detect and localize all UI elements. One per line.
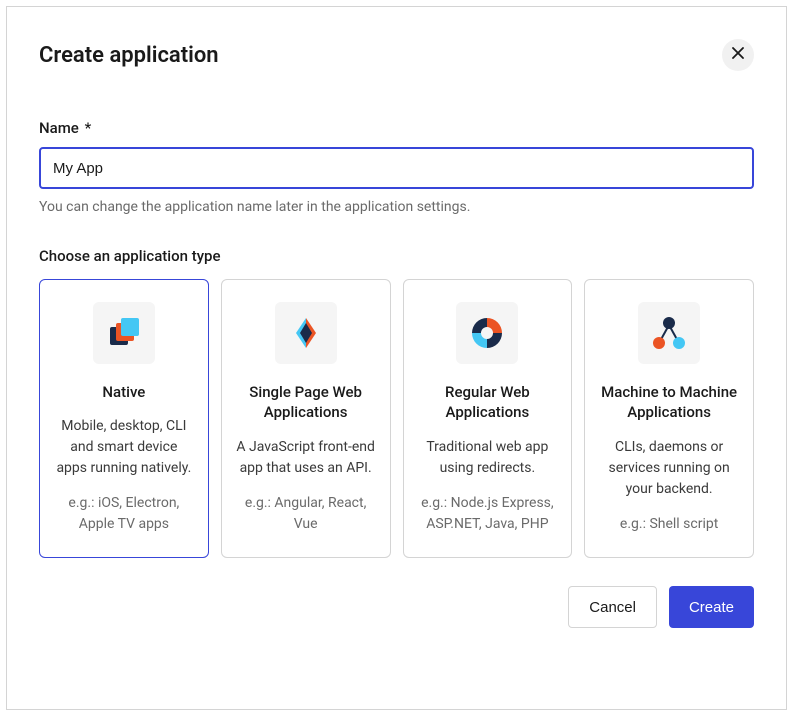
- required-marker: *: [85, 119, 92, 137]
- card-description: A JavaScript front-end app that uses an …: [236, 437, 376, 479]
- name-label: Name *: [39, 119, 754, 137]
- native-icon: [93, 302, 155, 364]
- app-type-spa[interactable]: Single Page Web Applications A JavaScrip…: [221, 279, 391, 558]
- card-example: e.g.: Node.js Express, ASP.NET, Java, PH…: [418, 493, 558, 535]
- app-type-grid: Native Mobile, desktop, CLI and smart de…: [39, 279, 754, 558]
- card-title: Single Page Web Applications: [236, 382, 376, 423]
- card-description: Traditional web app using redirects.: [418, 437, 558, 479]
- create-button[interactable]: Create: [669, 586, 754, 628]
- modal-header: Create application: [39, 39, 754, 71]
- cancel-button[interactable]: Cancel: [568, 586, 657, 628]
- app-type-label: Choose an application type: [39, 247, 754, 265]
- name-help-text: You can change the application name late…: [39, 199, 754, 215]
- card-example: e.g.: iOS, Electron, Apple TV apps: [54, 493, 194, 535]
- card-description: Mobile, desktop, CLI and smart device ap…: [54, 416, 194, 479]
- regular-web-icon: [456, 302, 518, 364]
- modal-footer: Cancel Create: [39, 586, 754, 628]
- spa-icon: [275, 302, 337, 364]
- modal-title: Create application: [39, 43, 219, 68]
- app-type-regular-web[interactable]: Regular Web Applications Traditional web…: [403, 279, 573, 558]
- card-title: Machine to Machine Applications: [599, 382, 739, 423]
- name-label-text: Name: [39, 119, 79, 137]
- close-button[interactable]: [722, 39, 754, 71]
- app-type-native[interactable]: Native Mobile, desktop, CLI and smart de…: [39, 279, 209, 558]
- card-example: e.g.: Angular, React, Vue: [236, 493, 376, 535]
- close-icon: [732, 46, 744, 64]
- app-type-m2m[interactable]: Machine to Machine Applications CLIs, da…: [584, 279, 754, 558]
- card-example: e.g.: Shell script: [620, 514, 718, 535]
- card-title: Regular Web Applications: [418, 382, 558, 423]
- create-application-modal: Create application Name * You can change…: [6, 6, 787, 710]
- card-title: Native: [102, 382, 145, 402]
- name-input[interactable]: [39, 147, 754, 189]
- m2m-icon: [638, 302, 700, 364]
- card-description: CLIs, daemons or services running on you…: [599, 437, 739, 500]
